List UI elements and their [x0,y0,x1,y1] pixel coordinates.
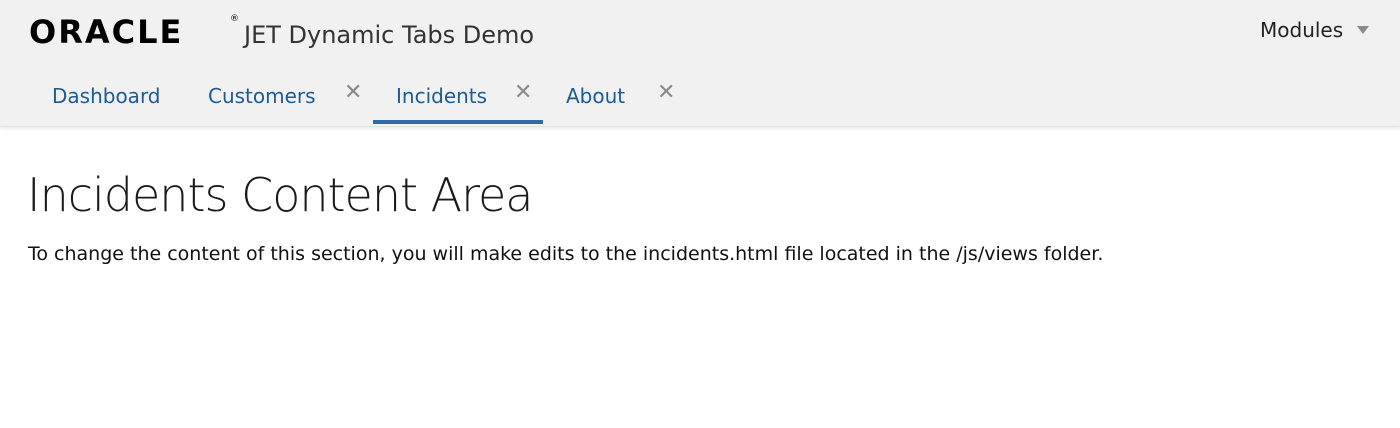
modules-menu-button[interactable]: Modules [1260,18,1370,42]
close-icon[interactable]: ✕ [344,80,362,105]
tab-label: Dashboard [52,84,161,108]
chevron-down-icon [1357,26,1370,34]
selected-tab-indicator [373,120,543,124]
tab-label: Incidents [396,84,488,108]
tab-dashboard[interactable]: Dashboard [52,70,182,124]
tab-about[interactable]: About ✕ [566,70,686,124]
oracle-logo: ORACLE [29,13,184,51]
close-icon[interactable]: ✕ [657,80,675,105]
app-title: JET Dynamic Tabs Demo [244,21,535,49]
tab-customers[interactable]: Customers ✕ [208,70,368,124]
tab-label: About [566,84,626,108]
registered-mark: ® [230,14,239,24]
page-title: Incidents Content Area [27,168,533,222]
close-icon[interactable]: ✕ [514,80,532,105]
app-header: ORACLE ® JET Dynamic Tabs Demo Modules D… [0,0,1400,127]
modules-label: Modules [1260,18,1344,42]
content-description: To change the content of this section, y… [28,243,1104,265]
tab-label: Customers [208,84,316,108]
tab-incidents[interactable]: Incidents ✕ [373,70,543,124]
